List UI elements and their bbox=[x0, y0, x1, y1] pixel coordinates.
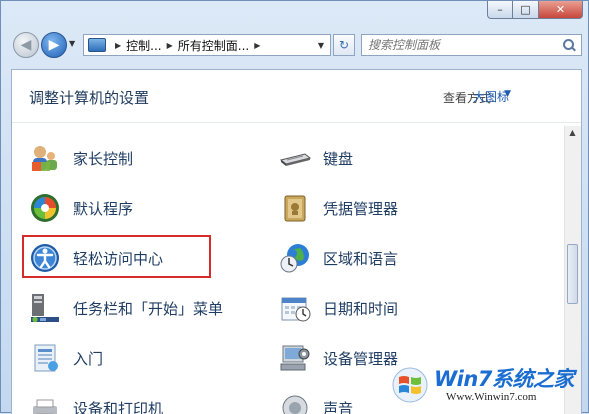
date-time-icon bbox=[279, 292, 311, 324]
taskbar-start-menu-icon bbox=[29, 292, 61, 324]
refresh-icon: ↻ bbox=[339, 38, 349, 52]
forward-button[interactable]: ▶ bbox=[41, 32, 67, 58]
scrollbar-thumb[interactable] bbox=[567, 244, 578, 304]
window-frame: – □ ✕ ◀ ▶ ▼ ▶ 控制... ▶ 所有控制面... ▶ ▼ ↻ 调整计… bbox=[0, 0, 589, 413]
back-button[interactable]: ◀ bbox=[13, 32, 39, 58]
address-dropdown-icon[interactable]: ▼ bbox=[318, 41, 324, 50]
item-label[interactable]: 设备管理器 bbox=[323, 348, 398, 369]
credential-manager-icon bbox=[279, 192, 311, 224]
item-sound[interactable]: 声音 bbox=[279, 388, 353, 414]
item-default-programs[interactable]: 默认程序 bbox=[29, 188, 133, 228]
item-label[interactable]: 日期和时间 bbox=[323, 298, 398, 319]
default-programs-icon bbox=[29, 192, 61, 224]
breadcrumb-item[interactable]: 所有控制面... bbox=[178, 37, 249, 54]
item-region-language[interactable]: 区域和语言 bbox=[279, 238, 398, 278]
minimize-button[interactable]: – bbox=[487, 1, 513, 19]
item-devices-printers[interactable]: 设备和打印机 bbox=[29, 388, 163, 414]
item-label[interactable]: 凭据管理器 bbox=[323, 198, 398, 219]
keyboard-icon bbox=[279, 142, 311, 174]
watermark-title: Win7系统之家 bbox=[434, 363, 574, 393]
back-arrow-icon: ◀ bbox=[21, 37, 32, 53]
window-controls: – □ ✕ bbox=[487, 1, 583, 20]
windows-logo-icon bbox=[392, 367, 428, 403]
forward-arrow-icon: ▶ bbox=[49, 37, 60, 53]
device-manager-icon bbox=[279, 342, 311, 374]
item-label[interactable]: 家长控制 bbox=[73, 148, 133, 169]
item-parental-controls[interactable]: 家长控制 bbox=[29, 138, 133, 178]
item-credential-manager[interactable]: 凭据管理器 bbox=[279, 188, 398, 228]
item-label[interactable]: 默认程序 bbox=[73, 198, 133, 219]
search-input[interactable] bbox=[362, 37, 563, 53]
item-label[interactable]: 入门 bbox=[73, 348, 103, 369]
search-box[interactable] bbox=[361, 34, 582, 56]
chevron-right-icon[interactable]: ▶ bbox=[167, 41, 173, 50]
close-button[interactable]: ✕ bbox=[539, 1, 583, 19]
item-device-manager[interactable]: 设备管理器 bbox=[279, 338, 398, 378]
search-icon[interactable] bbox=[563, 39, 575, 51]
watermark-url: Www.Winwin7.com bbox=[446, 391, 537, 403]
devices-printers-icon bbox=[29, 392, 61, 414]
chevron-right-icon[interactable]: ▶ bbox=[115, 41, 121, 50]
item-label[interactable]: 键盘 bbox=[323, 148, 353, 169]
page-title: 调整计算机的设置 bbox=[29, 87, 149, 108]
control-panel-icon bbox=[88, 38, 106, 52]
parental-controls-icon bbox=[29, 142, 61, 174]
item-label[interactable]: 声音 bbox=[323, 398, 353, 414]
maximize-button[interactable]: □ bbox=[513, 1, 539, 19]
refresh-button[interactable]: ↻ bbox=[333, 34, 355, 56]
item-label[interactable]: 设备和打印机 bbox=[73, 398, 163, 414]
item-label[interactable]: 任务栏和「开始」菜单 bbox=[73, 298, 223, 319]
chevron-down-icon[interactable]: ▼ bbox=[504, 89, 511, 99]
sound-icon bbox=[279, 392, 311, 414]
content-header: 调整计算机的设置 查看方式: 大图标 ▼ bbox=[12, 70, 581, 123]
chevron-right-icon[interactable]: ▶ bbox=[254, 41, 260, 50]
address-bar[interactable]: ▶ 控制... ▶ 所有控制面... ▶ ▼ bbox=[83, 34, 331, 56]
region-language-icon bbox=[279, 242, 311, 274]
item-label[interactable]: 区域和语言 bbox=[323, 248, 398, 269]
item-getting-started[interactable]: 入门 bbox=[29, 338, 103, 378]
navigation-bar: ◀ ▶ ▼ ▶ 控制... ▶ 所有控制面... ▶ ▼ ↻ bbox=[11, 30, 580, 60]
item-keyboard[interactable]: 键盘 bbox=[279, 138, 353, 178]
item-taskbar-start-menu[interactable]: 任务栏和「开始」菜单 bbox=[29, 288, 223, 328]
breadcrumb-item[interactable]: 控制... bbox=[126, 37, 161, 54]
highlight-box bbox=[22, 235, 211, 278]
getting-started-icon bbox=[29, 342, 61, 374]
recent-pages-dropdown[interactable]: ▼ bbox=[69, 39, 75, 48]
scroll-up-icon[interactable]: ▲ bbox=[567, 128, 578, 140]
watermark: Win7系统之家 Www.Winwin7.com bbox=[388, 361, 584, 409]
item-date-time[interactable]: 日期和时间 bbox=[279, 288, 398, 328]
